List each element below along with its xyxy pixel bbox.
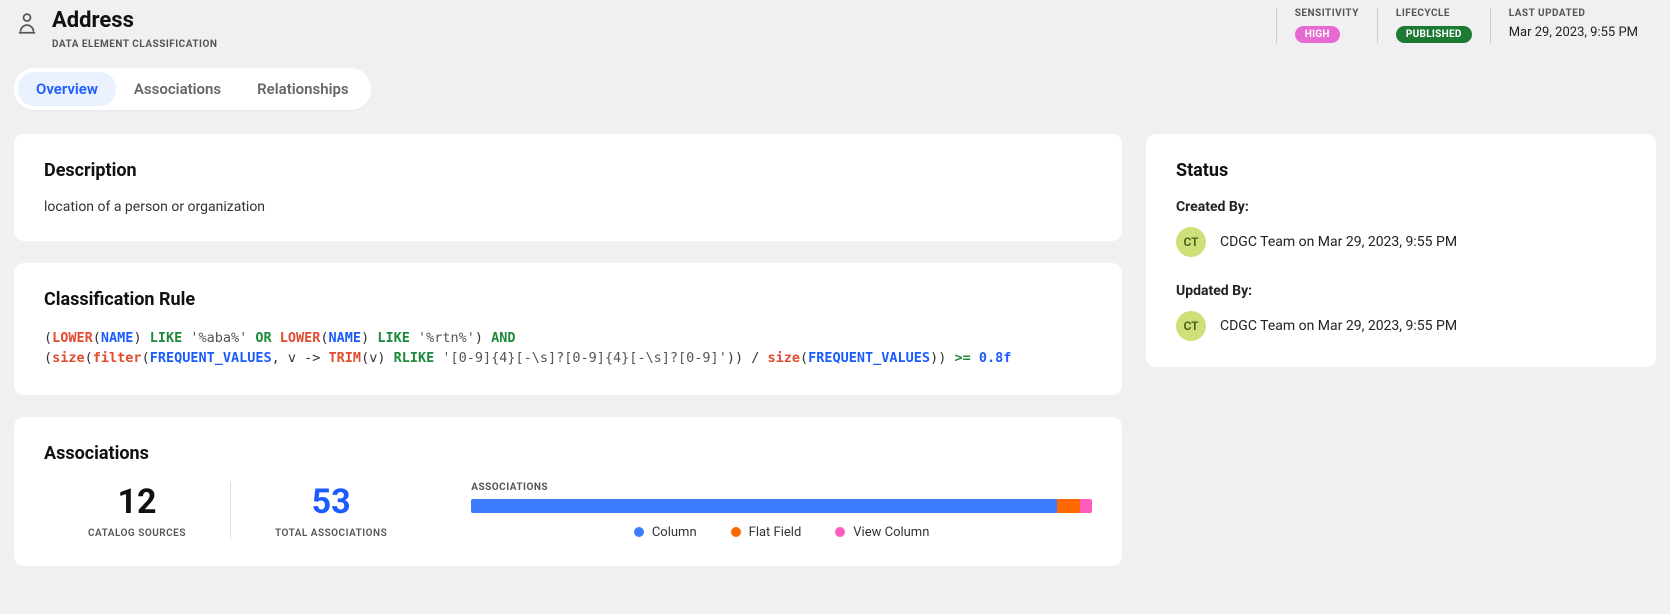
associations-legend: Column Flat Field View Column bbox=[471, 525, 1092, 540]
associations-card: Associations 12 CATALOG SOURCES 53 TOTAL… bbox=[14, 417, 1122, 566]
legend-flat-field: Flat Field bbox=[731, 525, 802, 540]
updated-by-text: CDGC Team on Mar 29, 2023, 9:55 PM bbox=[1220, 318, 1457, 334]
status-heading: Status bbox=[1176, 160, 1626, 181]
dot-icon bbox=[634, 527, 644, 537]
created-by-avatar: CT bbox=[1176, 227, 1206, 257]
tab-overview[interactable]: Overview bbox=[18, 72, 116, 106]
bar-segment bbox=[471, 499, 1057, 513]
last-updated-value: Mar 29, 2023, 9:55 PM bbox=[1509, 25, 1638, 40]
legend-column: Column bbox=[634, 525, 697, 540]
catalog-sources-label: CATALOG SOURCES bbox=[88, 528, 186, 539]
lifecycle-label: LIFECYCLE bbox=[1396, 8, 1472, 19]
dot-icon bbox=[731, 527, 741, 537]
lifecycle-badge: PUBLISHED bbox=[1396, 26, 1472, 43]
catalog-sources-value: 12 bbox=[88, 482, 186, 522]
sensitivity-label: SENSITIVITY bbox=[1295, 8, 1359, 19]
tabs: Overview Associations Relationships bbox=[14, 68, 371, 110]
updated-by-label: Updated By: bbox=[1176, 283, 1626, 299]
bar-segment bbox=[1080, 499, 1092, 513]
sensitivity-badge: HIGH bbox=[1295, 26, 1340, 43]
title-block: Address DATA ELEMENT CLASSIFICATION bbox=[14, 8, 217, 50]
associations-bar-chart bbox=[471, 499, 1092, 513]
associations-heading: Associations bbox=[44, 443, 1092, 464]
classification-icon bbox=[14, 10, 40, 36]
description-card: Description location of a person or orga… bbox=[14, 134, 1122, 241]
dot-icon bbox=[835, 527, 845, 537]
updated-by-avatar: CT bbox=[1176, 311, 1206, 341]
created-by-text: CDGC Team on Mar 29, 2023, 9:55 PM bbox=[1220, 234, 1457, 250]
tab-associations[interactable]: Associations bbox=[116, 72, 239, 106]
bar-segment bbox=[1057, 499, 1080, 513]
status-card: Status Created By: CT CDGC Team on Mar 2… bbox=[1146, 134, 1656, 367]
legend-view-column: View Column bbox=[835, 525, 929, 540]
total-associations-value: 53 bbox=[275, 482, 387, 522]
rule-expression: (LOWER(NAME) LIKE '%aba%' OR LOWER(NAME)… bbox=[44, 328, 1092, 348]
associations-chart-label: ASSOCIATIONS bbox=[471, 482, 1092, 493]
total-associations-label: TOTAL ASSOCIATIONS bbox=[275, 528, 387, 539]
rule-expression-line2: (size(filter(FREQUENT_VALUES, v -> TRIM(… bbox=[44, 348, 1092, 368]
created-by-label: Created By: bbox=[1176, 199, 1626, 215]
tab-relationships[interactable]: Relationships bbox=[239, 72, 367, 106]
classification-rule-card: Classification Rule (LOWER(NAME) LIKE '%… bbox=[14, 263, 1122, 395]
last-updated-label: LAST UPDATED bbox=[1509, 8, 1638, 19]
meta-block: SENSITIVITY HIGH LIFECYCLE PUBLISHED LAS… bbox=[1276, 8, 1656, 43]
page-subtitle: DATA ELEMENT CLASSIFICATION bbox=[52, 39, 217, 50]
description-heading: Description bbox=[44, 160, 1092, 181]
rule-heading: Classification Rule bbox=[44, 289, 1092, 310]
description-text: location of a person or organization bbox=[44, 199, 1092, 215]
page-title: Address bbox=[52, 8, 217, 33]
